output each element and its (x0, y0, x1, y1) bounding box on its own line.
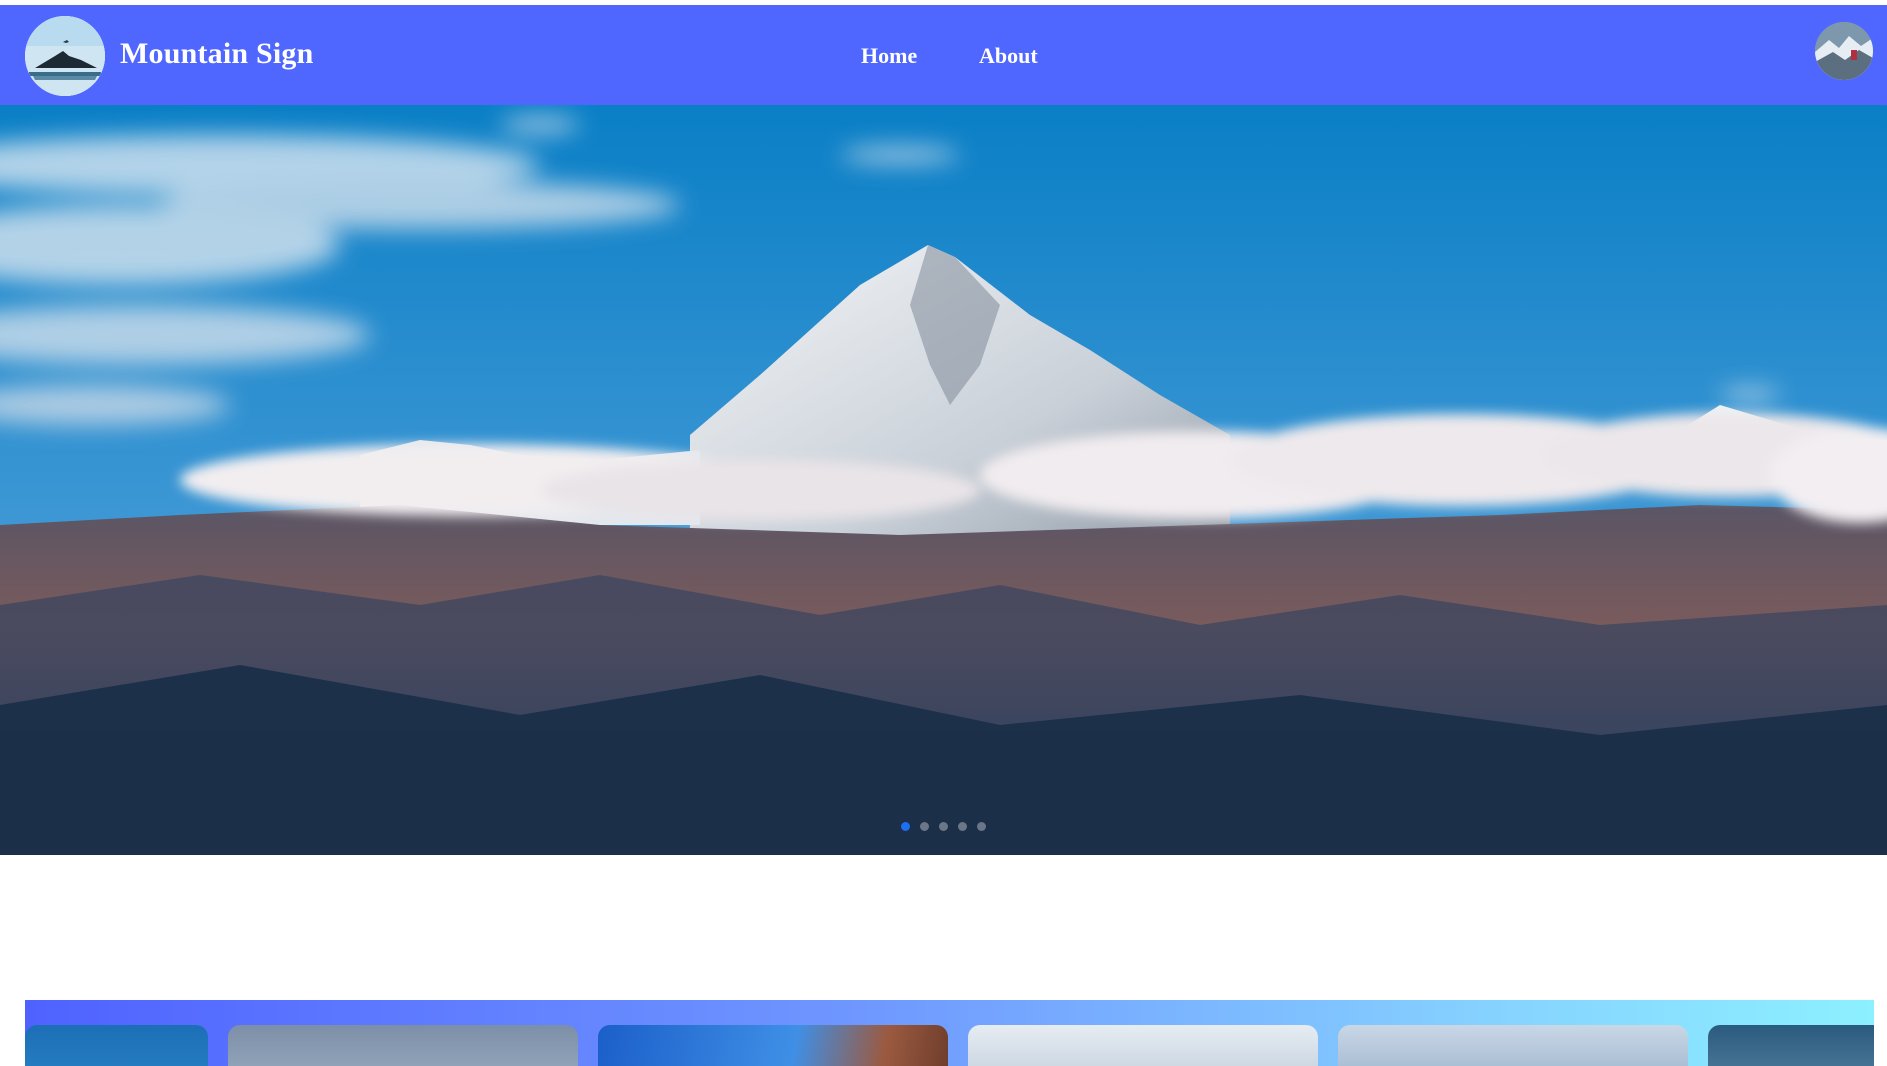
carousel-dot-3[interactable] (939, 822, 948, 831)
gallery-card[interactable] (598, 1025, 948, 1066)
carousel-dot-5[interactable] (977, 822, 986, 831)
nav-home-link[interactable]: Home (861, 43, 917, 69)
nav-about-link[interactable]: About (979, 43, 1038, 69)
gallery-strip (25, 1000, 1874, 1066)
brand-title: Mountain Sign (120, 37, 314, 70)
carousel-dot-2[interactable] (920, 822, 929, 831)
carousel-dot-4[interactable] (958, 822, 967, 831)
carousel-dot-1[interactable] (901, 822, 910, 831)
gallery-card[interactable] (25, 1025, 208, 1066)
carousel-indicators (0, 822, 1887, 842)
gallery-card[interactable] (1338, 1025, 1688, 1066)
gallery-card[interactable] (1708, 1025, 1874, 1066)
mountain-logo-icon[interactable] (25, 16, 105, 96)
gallery-card[interactable] (228, 1025, 578, 1066)
hero-image (0, 105, 1887, 855)
gallery-card[interactable] (968, 1025, 1318, 1066)
navbar: Mountain Sign Home About (0, 5, 1887, 105)
user-avatar[interactable] (1815, 22, 1873, 80)
